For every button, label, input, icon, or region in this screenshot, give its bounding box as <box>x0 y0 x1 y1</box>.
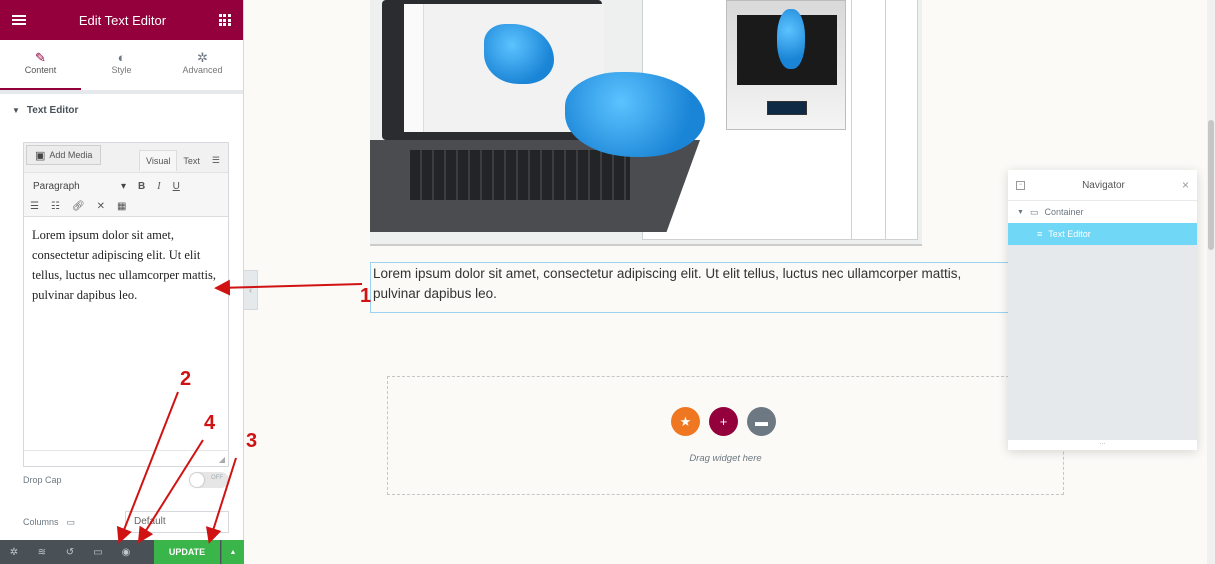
half-circle-icon: ◐ <box>117 50 126 65</box>
panel-header: Edit Text Editor <box>0 0 243 40</box>
widgets-grid-icon[interactable] <box>218 14 231 26</box>
tab-style-label: Style <box>111 65 132 75</box>
folder-icon[interactable]: ▬ <box>747 407 776 436</box>
hero-image <box>370 0 922 246</box>
tab-content[interactable]: ✎ Content <box>0 40 81 90</box>
media-row: ▣ Add Media Visual Text ☰ <box>24 143 228 173</box>
navigator-item-text-editor[interactable]: ≡ Text Editor <box>1008 223 1197 245</box>
add-section-plus-icon[interactable]: + <box>709 407 738 436</box>
text-editor-widget[interactable]: Lorem ipsum dolor sit amet, consectetur … <box>370 262 1010 313</box>
italic-icon[interactable]: I <box>157 181 160 192</box>
columns-label: Columns <box>23 517 59 527</box>
drop-cap-toggle[interactable]: OFF <box>189 472 229 488</box>
editor-footer: ◢ <box>24 450 228 466</box>
navigator-item-label: Container <box>1044 207 1084 217</box>
columns-select[interactable]: Default <box>125 511 229 533</box>
navigator-header: − Navigator × <box>1008 170 1197 200</box>
collapse-all-icon[interactable]: − <box>1016 180 1025 190</box>
history-icon[interactable]: ↺ <box>56 547 84 558</box>
panel-title: Edit Text Editor <box>78 12 167 28</box>
tab-style[interactable]: ◐ Style <box>81 40 162 90</box>
bold-icon[interactable]: B <box>138 181 145 192</box>
toolbar-toggle-icon[interactable]: ☰ <box>206 150 226 171</box>
columns-row: Columns ▭ Default <box>23 510 229 534</box>
editor-content[interactable]: Lorem ipsum dolor sit amet, consectetur … <box>24 217 228 305</box>
table-icon[interactable]: ▦ <box>117 201 126 212</box>
pencil-icon: ✎ <box>35 50 46 65</box>
section-title: Text Editor <box>26 104 79 116</box>
screen-tree-panel <box>404 4 424 132</box>
printed-cast-blob <box>777 9 805 69</box>
drop-zone-buttons: ★ + ▬ <box>671 407 776 436</box>
screen-cast-blob <box>484 24 554 84</box>
template-star-icon[interactable]: ★ <box>671 407 700 436</box>
add-media-label: Add Media <box>49 150 93 160</box>
drag-widget-text: Drag widget here <box>689 453 762 464</box>
tab-advanced[interactable]: ✲ Advanced <box>162 40 243 90</box>
navigator-item-label: Text Editor <box>1048 229 1091 239</box>
navigator-title: Navigator <box>1082 179 1125 191</box>
caret-down-icon: ▼ <box>12 105 20 115</box>
preview-eye-icon[interactable]: ◉ <box>112 547 140 558</box>
editor-toolbar: Paragraph ▾ B I U ☰ ☷ 🔗︎ ✕ ▦ <box>24 173 228 217</box>
media-icon: ▣ <box>35 149 46 162</box>
fullscreen-icon[interactable]: ✕ <box>97 201 105 212</box>
chevron-down-icon: ▾ <box>120 180 126 192</box>
collapse-panel-icon[interactable]: ‹ <box>244 270 258 310</box>
annotation-number-1: 1 <box>360 285 372 307</box>
tab-advanced-label: Advanced <box>182 65 223 75</box>
wysiwyg-editor: ▣ Add Media Visual Text ☰ Paragraph ▾ B … <box>23 142 229 467</box>
desktop-icon[interactable]: ▭ <box>67 517 76 528</box>
editor-mode-tabs: Visual Text ☰ <box>139 145 226 171</box>
close-icon[interactable]: × <box>1182 178 1189 192</box>
laptop-keyboard <box>410 150 630 200</box>
visual-tab[interactable]: Visual <box>139 150 178 171</box>
bullet-list-icon[interactable]: ☰ <box>30 201 39 212</box>
toggle-state: OFF <box>211 475 223 481</box>
update-button[interactable]: UPDATE <box>154 540 220 564</box>
canvas-scrollbar[interactable] <box>1207 0 1215 564</box>
settings-icon[interactable]: ✲ <box>0 547 28 558</box>
printer-display <box>767 101 807 115</box>
update-options-caret-icon[interactable]: ▲ <box>221 540 244 564</box>
resize-grip-icon[interactable]: ◢ <box>219 455 225 464</box>
navigator-resize-handle[interactable]: … <box>1008 439 1197 450</box>
navigator-item-container[interactable]: ▼ ▭ Container <box>1008 201 1197 223</box>
tab-content-label: Content <box>24 65 57 75</box>
columns-label-group: Columns ▭ <box>23 517 75 528</box>
toggle-knob <box>190 473 204 487</box>
navigator-panel: − Navigator × ▼ ▭ Container ≡ Text Edito… <box>1008 170 1197 450</box>
responsive-mode-icon[interactable]: ▭ <box>84 547 112 558</box>
hamburger-menu-icon[interactable] <box>12 15 26 25</box>
add-media-button[interactable]: ▣ Add Media <box>26 145 102 165</box>
drop-cap-row: Drop Cap OFF <box>23 470 229 490</box>
underline-icon[interactable]: U <box>173 181 180 192</box>
section-toggle-text-editor[interactable]: ▼ Text Editor <box>0 94 243 127</box>
annotation-number-4: 4 <box>204 412 216 434</box>
annotation-number-3: 3 <box>246 430 258 452</box>
drop-cap-label: Drop Cap <box>23 475 62 485</box>
annotation-number-2: 2 <box>180 368 192 390</box>
numbered-list-icon[interactable]: ☷ <box>51 201 60 212</box>
navigator-layers-icon[interactable]: ≋ <box>28 547 56 558</box>
add-section-drop-zone[interactable]: ★ + ▬ Drag widget here <box>387 376 1064 495</box>
printer-image <box>726 0 846 130</box>
text-tab[interactable]: Text <box>177 151 206 171</box>
container-icon: ▭ <box>1029 206 1039 217</box>
caret-down-icon: ▼ <box>1017 208 1024 216</box>
scrollbar-thumb[interactable] <box>1208 120 1214 250</box>
paragraph-select-value: Paragraph <box>33 180 80 192</box>
link-icon[interactable]: 🔗︎ <box>72 201 85 212</box>
section-body: ▣ Add Media Visual Text ☰ Paragraph ▾ B … <box>0 124 243 540</box>
editor-panel: Edit Text Editor ✎ Content ◐ Style ✲ Adv… <box>0 0 244 564</box>
gear-icon: ✲ <box>197 50 208 65</box>
panel-footer: ✲ ≋ ↺ ▭ ◉ UPDATE ▲ <box>0 540 244 564</box>
paragraph-select[interactable]: Paragraph ▾ <box>30 181 126 192</box>
text-lines-icon: ≡ <box>1037 229 1043 239</box>
panel-tabs: ✎ Content ◐ Style ✲ Advanced <box>0 40 243 90</box>
